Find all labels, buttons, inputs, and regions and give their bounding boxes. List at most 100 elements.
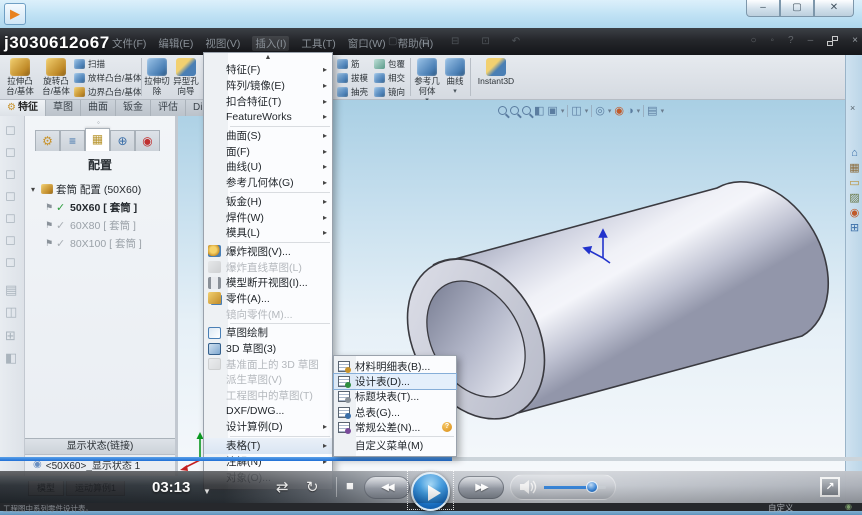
print-icon[interactable]: ⊡ [481, 36, 489, 47]
menu-item-fastening[interactable]: 扣合特征(T)▸ [204, 93, 332, 109]
open-icon[interactable]: ▤ [420, 36, 429, 47]
revolve-boss-button[interactable]: 旋转凸台/基体 [38, 57, 74, 96]
view-cube-icon[interactable]: ◻ [5, 166, 16, 182]
menu-item-pattern-mirror[interactable]: 阵列/镜像(E)▸ [204, 78, 332, 94]
play-button[interactable] [411, 472, 450, 511]
displaymanager-tab-icon[interactable]: ◉ [135, 130, 160, 151]
boundary-boss-button[interactable]: 边界凸台/基体 [74, 86, 141, 98]
sw-minimize-icon[interactable]: – [808, 35, 814, 46]
menu-item-reference-geometry[interactable]: 参考几何体(G)▸ [204, 175, 332, 191]
curves-button[interactable]: 曲线 ▾ [442, 57, 468, 96]
wrap-button[interactable]: 包覆 [374, 58, 405, 70]
extrude-boss-button[interactable]: 拉伸凸台/基体 [2, 57, 38, 96]
stop-button[interactable]: ■ [346, 478, 354, 493]
draft-button[interactable]: 拔模 [337, 72, 368, 84]
tab-sheetmetal[interactable]: 钣金 [116, 100, 151, 116]
sw-close-icon[interactable]: × [852, 35, 858, 46]
menu-item-tables[interactable]: 表格(T)▸ [204, 438, 332, 454]
volume-icon[interactable] [520, 480, 537, 494]
configurationmanager-tab-icon[interactable]: ▦ [85, 128, 110, 151]
view-palette-icon[interactable]: ▨ [849, 192, 859, 204]
appearances-icon[interactable]: ◉ [850, 207, 860, 219]
display-tool-icon[interactable]: ⊞ [5, 328, 16, 344]
view-cube-icon[interactable]: ◻ [5, 144, 16, 160]
view-cube-icon[interactable]: ◻ [5, 210, 16, 226]
sw-restore-icon[interactable] [827, 36, 838, 46]
custom-properties-icon[interactable]: ⊞ [850, 222, 859, 234]
menu-item-molds[interactable]: 模具(L)▸ [204, 225, 332, 241]
menu-item-annotations[interactable]: 注解(N)▸ [204, 454, 332, 470]
resources-home-icon[interactable]: ⌂ [851, 147, 858, 159]
menu-item-curve[interactable]: 曲线(U)▸ [204, 159, 332, 175]
new-doc-icon[interactable]: ▢ [388, 36, 397, 47]
tab-sketch[interactable]: 草图 [46, 100, 81, 116]
loft-button[interactable]: 放样凸台/基体 [74, 72, 141, 84]
display-states-header[interactable]: 显示状态(链接) [25, 438, 175, 455]
rib-button[interactable]: 筋 [337, 58, 360, 70]
dropdown-arrow-icon[interactable]: ▾ [442, 87, 468, 97]
rewind-button[interactable]: ◀◀ [364, 476, 410, 499]
submenu-item-bom[interactable]: 材料明细表(B)... [334, 359, 456, 374]
view-cube-icon[interactable]: ◻ [5, 254, 16, 270]
view-cube-icon[interactable]: ◻ [5, 188, 16, 204]
design-library-icon[interactable]: ▦ [849, 162, 859, 174]
submenu-item-general-table[interactable]: 总表(G)... [334, 405, 456, 420]
file-explorer-icon[interactable]: ▭ [849, 177, 859, 189]
view-cube-icon[interactable]: ◻ [5, 232, 16, 248]
repeat-icon[interactable]: ↻ [306, 478, 319, 496]
menu-item-sketch[interactable]: 草图绘制 [204, 325, 332, 341]
featuremanager-tab-icon[interactable]: ⚙ [35, 130, 60, 151]
menu-item-3d-sketch[interactable]: 3D 草图(3) [204, 341, 332, 357]
menu-item-dxf-dwg[interactable]: DXF/DWG... [204, 403, 332, 419]
shell-button[interactable]: 抽壳 [337, 86, 368, 98]
reference-geometry-button[interactable]: 参考几何体 ▾ [412, 57, 442, 106]
menu-view[interactable]: 视图(V) [205, 36, 240, 51]
hole-wizard-button[interactable]: 异型孔向导 [171, 57, 201, 96]
dimxpertmanager-tab-icon[interactable]: ⊕ [110, 130, 135, 151]
customize-label[interactable]: 自定义 [768, 502, 794, 514]
tab-features[interactable]: ⚙特征 [0, 100, 46, 116]
submenu-item-title-block-table[interactable]: 标题块表(T)... [334, 389, 456, 404]
restore-button[interactable]: ▢ [780, 0, 814, 17]
menu-item-face[interactable]: 面(F)▸ [204, 143, 332, 159]
menu-insert[interactable]: 插入(I) [252, 36, 289, 51]
intersect-button[interactable]: 相交 [374, 72, 405, 84]
menu-item-design-study[interactable]: 设计算例(D)▸ [204, 419, 332, 435]
volume-slider-thumb[interactable] [586, 481, 598, 493]
time-dropdown-icon[interactable]: ▼ [203, 487, 211, 496]
config-row[interactable]: ⚑ ✓ 80X100 [ 套筒 ] [31, 234, 175, 252]
home-icon[interactable]: ⌂ [360, 36, 366, 47]
shuffle-icon[interactable]: ⇄ [276, 478, 289, 496]
config-row[interactable]: ⚑ ✓ 60X80 [ 套筒 ] [31, 216, 175, 234]
appearance-tool-icon[interactable]: ◧ [5, 350, 17, 366]
submenu-item-general-tolerance[interactable]: 常规公差(N)... ? [334, 420, 456, 435]
submenu-item-customize-menu[interactable]: 自定义菜单(M) [334, 438, 456, 453]
help-icon[interactable]: ? [788, 35, 794, 46]
config-root-row[interactable]: ▾ 套筒 配置 (50X60) [31, 180, 175, 198]
fast-forward-button[interactable]: ▶▶ [458, 476, 504, 499]
menu-item-model-break-view[interactable]: 模型断开视图(I)... [204, 275, 332, 291]
menu-item-features[interactable]: 特征(F)▸ [204, 62, 332, 78]
menu-tools[interactable]: 工具(T) [301, 36, 335, 51]
search-icon[interactable]: ○ [750, 35, 756, 46]
extrude-cut-button[interactable]: 拉伸切除 [143, 57, 171, 96]
save-icon[interactable]: ⊟ [451, 36, 459, 47]
config-row-active[interactable]: ⚑ ✓ 50X60 [ 套筒 ] [31, 198, 175, 216]
fullscreen-button[interactable]: ↗ [820, 477, 840, 497]
tab-surfaces[interactable]: 曲面 [81, 100, 116, 116]
pin-icon[interactable]: ◦ [97, 118, 100, 127]
menu-scroll-up-icon[interactable]: ▲ [204, 53, 332, 62]
menu-item-featureworks[interactable]: FeatureWorks▸ [204, 109, 332, 125]
mirror-button[interactable]: 镜向 [374, 86, 405, 98]
menu-item-sheetmetal[interactable]: 钣金(H)▸ [204, 194, 332, 210]
instant3d-button[interactable]: Instant3D [474, 57, 518, 87]
annotation-tool-icon[interactable]: ◫ [5, 304, 17, 320]
seek-bar[interactable] [0, 457, 862, 461]
menu-item-surface[interactable]: 曲面(S)▸ [204, 128, 332, 144]
menu-item-part[interactable]: 零件(A)... [204, 291, 332, 307]
view-cube-icon[interactable]: ◻ [5, 122, 16, 138]
user-icon[interactable]: ◦ [770, 35, 774, 46]
menu-item-weldments[interactable]: 焊件(W)▸ [204, 209, 332, 225]
sweep-button[interactable]: 扫描 [74, 58, 105, 70]
tab-evaluate[interactable]: 评估 [151, 100, 186, 116]
